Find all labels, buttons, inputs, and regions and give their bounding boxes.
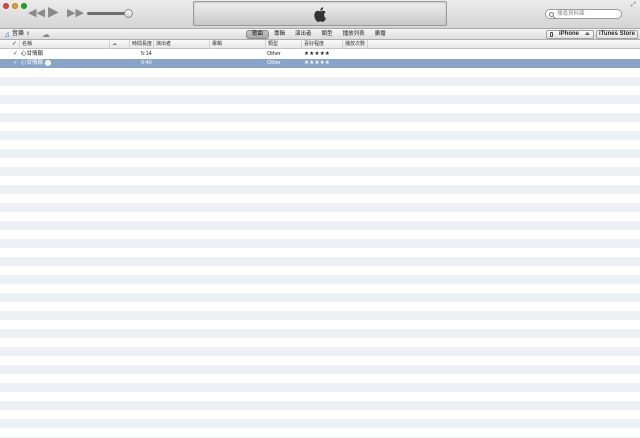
updown-arrows-icon: ⇕ (26, 31, 31, 37)
header-artist[interactable]: 演出者 (153, 40, 209, 49)
zoom-window-button[interactable] (21, 3, 27, 9)
table-row[interactable]: ✓ 心甘情願 5:14 Other ★★★★★ (0, 50, 640, 59)
device-label: iPhone (559, 31, 580, 37)
header-icloud-column[interactable]: ☁ (109, 40, 126, 49)
library-label: 音樂 (12, 31, 25, 37)
search-placeholder: 搜尋資料庫 (557, 11, 585, 17)
view-tabs: 歌曲 專輯 演出者 類型 播放列表 廣播 (246, 30, 391, 39)
cloud-icon[interactable]: ☁ (42, 30, 50, 39)
header-album[interactable]: 專輯 (209, 40, 265, 49)
volume-slider-knob[interactable] (124, 9, 133, 18)
search-icon (549, 12, 554, 17)
header-filler (367, 40, 640, 49)
row-name-text: 心甘情願 (21, 60, 44, 66)
row-check[interactable]: ✓ (13, 50, 18, 59)
close-window-button[interactable] (3, 3, 9, 9)
column-header: ✓ 名稱 ☁ 時間長度 演出者 專輯 類型 喜好程度 播放次數 (0, 40, 640, 49)
row-genre: Other (267, 51, 281, 57)
header-name[interactable]: 名稱 (19, 40, 108, 49)
volume-slider[interactable] (87, 12, 129, 15)
tab-songs[interactable]: 歌曲 (246, 30, 270, 39)
rewind-button[interactable]: ◀◀ (28, 8, 45, 19)
row-name: 心甘情願 › (21, 59, 52, 68)
eject-icon[interactable]: ⏏ (585, 31, 590, 38)
header-plays[interactable]: 播放次數 (342, 40, 367, 49)
header-genre[interactable]: 類型 (265, 40, 301, 49)
navigation-bar: ♫ 音樂 ⇕ ☁ 歌曲 專輯 演出者 類型 播放列表 廣播 iPhone ⏏ i… (0, 29, 640, 40)
row-name: 心甘情願 (21, 51, 44, 57)
apple-logo-icon (314, 7, 326, 22)
row-time: 0:40 (141, 60, 152, 66)
music-note-icon: ♫ (4, 30, 10, 39)
arrow-right-circle-icon[interactable]: › (45, 59, 52, 66)
fullscreen-icon[interactable]: ⤢ (631, 2, 636, 9)
tab-genres[interactable]: 類型 (317, 30, 338, 39)
tab-artists[interactable]: 演出者 (290, 30, 317, 39)
library-selector[interactable]: ♫ 音樂 ⇕ (4, 30, 30, 39)
row-genre: Other (267, 60, 281, 66)
row-check[interactable]: ✓ (13, 59, 18, 68)
tab-radio[interactable]: 廣播 (370, 30, 391, 39)
row-time: 5:14 (141, 51, 152, 57)
now-playing-display (193, 1, 447, 26)
empty-list-area (0, 68, 640, 438)
row-rating[interactable]: ★★★★★ (304, 59, 330, 68)
table-row[interactable]: ✓ 心甘情願 › 0:40 Other ★★★★★ (0, 59, 640, 68)
header-rating[interactable]: 喜好程度 (301, 40, 342, 49)
minimize-window-button[interactable] (12, 3, 18, 9)
row-rating[interactable]: ★★★★★ (304, 50, 330, 59)
itunes-store-button[interactable]: iTunes Store (596, 30, 638, 39)
iphone-icon (550, 32, 553, 37)
header-time[interactable]: 時間長度 (129, 40, 153, 49)
fast-forward-button[interactable]: ▶▶ (67, 8, 84, 19)
play-button[interactable]: ▶ (48, 4, 59, 18)
toolbar: ◀◀ ▶ ▶▶ 搜尋資料庫 ⤢ (0, 0, 640, 29)
cloud-icon: ☁ (112, 41, 117, 47)
checkmark-icon: ✓ (12, 41, 18, 47)
iphone-device-button[interactable]: iPhone ⏏ (546, 30, 594, 39)
tab-playlists[interactable]: 播放列表 (338, 30, 370, 39)
tab-albums[interactable]: 專輯 (269, 30, 290, 39)
search-input[interactable]: 搜尋資料庫 (545, 9, 622, 19)
